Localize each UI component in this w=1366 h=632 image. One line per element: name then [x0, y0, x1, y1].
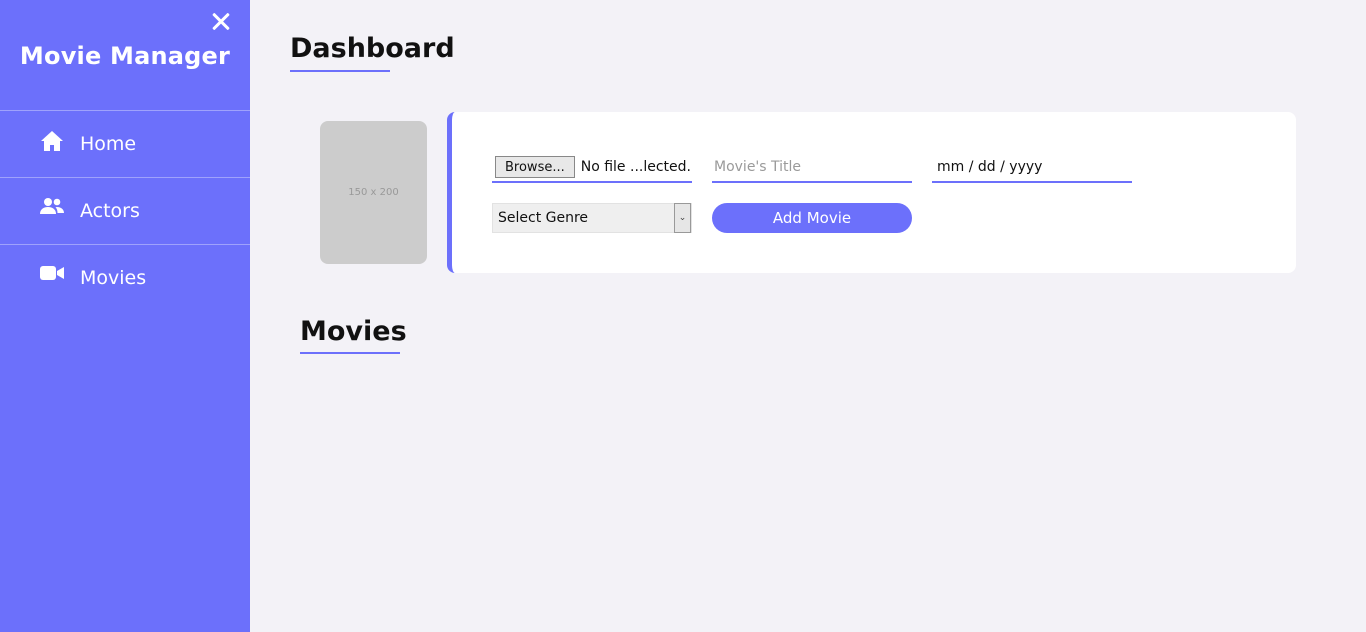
movies-section-title: Movies — [300, 316, 407, 347]
app-title: Movie Manager — [19, 42, 231, 70]
genre-select[interactable]: Select Genre ⌄ — [492, 203, 692, 233]
sidebar-item-movies[interactable]: Movies — [0, 244, 250, 311]
home-icon — [40, 130, 64, 151]
sidebar-item-actors[interactable]: Actors — [0, 177, 250, 244]
sidebar-item-label: Home — [80, 133, 137, 155]
page-title: Dashboard — [290, 33, 455, 64]
file-input[interactable]: Browse... No file ...lected. — [492, 153, 692, 183]
video-camera-icon — [40, 264, 64, 284]
release-date-input[interactable]: mm / dd / yyyy — [932, 153, 1132, 183]
sidebar: Movie Manager Home Actors Movies — [0, 0, 250, 632]
movie-title-input[interactable] — [712, 153, 912, 181]
movie-title-field — [712, 153, 912, 183]
movies-title-underline — [300, 352, 400, 354]
sidebar-item-home[interactable]: Home — [0, 110, 250, 177]
sidebar-item-label: Actors — [80, 200, 140, 222]
sidebar-nav: Home Actors Movies — [0, 110, 250, 311]
file-status: No file ...lected. — [580, 159, 691, 175]
main-content: Dashboard 150 x 200 Browse... No file ..… — [250, 0, 1366, 632]
genre-selected-value: Select Genre — [498, 210, 589, 226]
poster-placeholder-text: 150 x 200 — [348, 187, 399, 198]
users-icon — [40, 197, 64, 217]
title-underline — [290, 70, 390, 72]
add-movie-button[interactable]: Add Movie — [712, 203, 912, 233]
browse-button[interactable]: Browse... — [495, 156, 575, 178]
sidebar-item-label: Movies — [80, 267, 147, 289]
poster-placeholder[interactable]: 150 x 200 — [320, 121, 427, 264]
close-icon[interactable] — [209, 9, 233, 33]
date-value: mm / dd / yyyy — [937, 159, 1043, 175]
chevron-down-icon[interactable]: ⌄ — [674, 203, 691, 233]
add-movie-card: Browse... No file ...lected. mm / dd / y… — [447, 112, 1296, 273]
